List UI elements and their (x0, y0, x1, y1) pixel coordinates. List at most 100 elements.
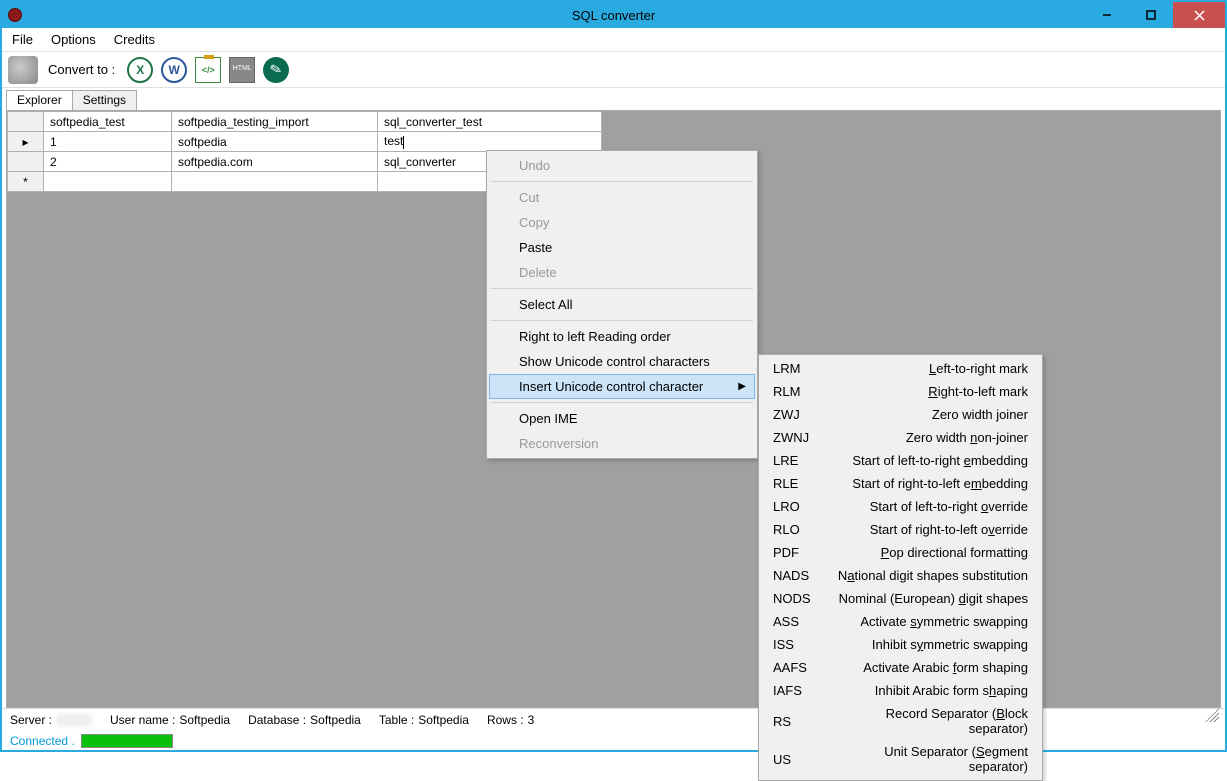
submenu-item[interactable]: PDFPop directional formatting (761, 541, 1040, 564)
submenu-item[interactable]: AAFSActivate Arabic form shaping (761, 656, 1040, 679)
ctx-undo[interactable]: Undo (489, 153, 755, 178)
html-icon[interactable] (229, 57, 255, 83)
submenu-desc: Right-to-left mark (823, 384, 1028, 399)
submenu-code: NODS (773, 591, 823, 606)
grid-corner[interactable] (8, 112, 44, 132)
submenu-desc: National digit shapes substitution (823, 568, 1028, 583)
submenu-code: RLE (773, 476, 823, 491)
submenu-item[interactable]: NODSNominal (European) digit shapes (761, 587, 1040, 610)
submenu-desc: Zero width non-joiner (823, 430, 1028, 445)
separator (491, 288, 753, 289)
ctx-cut[interactable]: Cut (489, 185, 755, 210)
submenu-desc: Inhibit Arabic form shaping (823, 683, 1028, 698)
submenu-desc: Zero width joiner (823, 407, 1028, 422)
menu-file[interactable]: File (12, 32, 33, 47)
close-button[interactable] (1173, 2, 1225, 28)
cell[interactable]: 1 (44, 132, 172, 152)
separator (491, 402, 753, 403)
ctx-reconversion[interactable]: Reconversion (489, 431, 755, 456)
status-user-value: Softpedia (179, 713, 230, 727)
submenu-item[interactable]: ASSActivate symmetric swapping (761, 610, 1040, 633)
xml-icon[interactable] (195, 57, 221, 83)
submenu-item[interactable]: RLEStart of right-to-left embedding (761, 472, 1040, 495)
cell[interactable]: softpedia.com (172, 152, 378, 172)
submenu-item[interactable]: RLOStart of right-to-left override (761, 518, 1040, 541)
submenu-desc: Unit Separator (Segment separator) (823, 744, 1028, 774)
ctx-insert-ucc[interactable]: Insert Unicode control character ▶ (489, 374, 755, 399)
separator (491, 181, 753, 182)
new-row-indicator[interactable]: * (8, 172, 44, 192)
submenu-desc: Left-to-right mark (823, 361, 1028, 376)
cell[interactable] (44, 172, 172, 192)
column-header[interactable]: sql_converter_test (378, 112, 602, 132)
submenu-item[interactable]: IAFSInhibit Arabic form shaping (761, 679, 1040, 702)
submenu-code: RS (773, 714, 823, 729)
submenu-code: LRM (773, 361, 823, 376)
status-server-value (56, 714, 92, 726)
submenu-item[interactable]: ZWJZero width joiner (761, 403, 1040, 426)
ctx-open-ime[interactable]: Open IME (489, 406, 755, 431)
convert-to-label: Convert to : (48, 62, 115, 77)
resize-grip-icon[interactable] (1205, 708, 1219, 722)
submenu-code: RLM (773, 384, 823, 399)
column-header[interactable]: softpedia_test (44, 112, 172, 132)
app-icon (8, 8, 22, 22)
minimize-button[interactable] (1085, 2, 1129, 28)
submenu-item[interactable]: LREStart of left-to-right embedding (761, 449, 1040, 472)
table-row[interactable]: ▸ 1 softpedia test (8, 132, 602, 152)
column-header[interactable]: softpedia_testing_import (172, 112, 378, 132)
ctx-rtl[interactable]: Right to left Reading order (489, 324, 755, 349)
submenu-item[interactable]: RLMRight-to-left mark (761, 380, 1040, 403)
submenu-desc: Pop directional formatting (823, 545, 1028, 560)
submenu-desc: Start of left-to-right override (823, 499, 1028, 514)
maximize-button[interactable] (1129, 2, 1173, 28)
submenu-arrow-icon: ▶ (738, 381, 746, 392)
ctx-paste[interactable]: Paste (489, 235, 755, 260)
submenu-desc: Nominal (European) digit shapes (823, 591, 1028, 606)
submenu-desc: Activate Arabic form shaping (823, 660, 1028, 675)
submenu-item[interactable]: NADSNational digit shapes substitution (761, 564, 1040, 587)
submenu-item[interactable]: LROStart of left-to-right override (761, 495, 1040, 518)
row-indicator[interactable] (8, 152, 44, 172)
submenu-code: LRO (773, 499, 823, 514)
menu-options[interactable]: Options (51, 32, 96, 47)
submenu-item[interactable]: USUnit Separator (Segment separator) (761, 740, 1040, 778)
submenu-item[interactable]: ZWNJZero width non-joiner (761, 426, 1040, 449)
submenu-code: IAFS (773, 683, 823, 698)
submenu-item[interactable]: RSRecord Separator (Block separator) (761, 702, 1040, 740)
ctx-delete[interactable]: Delete (489, 260, 755, 285)
submenu-desc: Start of right-to-left override (823, 522, 1028, 537)
submenu-desc: Record Separator (Block separator) (823, 706, 1028, 736)
submenu-desc: Inhibit symmetric swapping (823, 637, 1028, 652)
status-user-label: User name : (110, 713, 175, 727)
ctx-show-ucc[interactable]: Show Unicode control characters (489, 349, 755, 374)
submenu-code: ZWNJ (773, 430, 823, 445)
submenu-item[interactable]: LRMLeft-to-right mark (761, 357, 1040, 380)
submenu-code: NADS (773, 568, 823, 583)
submenu-desc: Start of left-to-right embedding (823, 453, 1028, 468)
submenu-item[interactable]: ISSInhibit symmetric swapping (761, 633, 1040, 656)
row-indicator[interactable]: ▸ (8, 132, 44, 152)
ctx-select-all[interactable]: Select All (489, 292, 755, 317)
submenu-code: AAFS (773, 660, 823, 675)
context-menu: Undo Cut Copy Paste Delete Select All Ri… (486, 150, 758, 459)
excel-icon[interactable] (127, 57, 153, 83)
status-db-label: Database : (248, 713, 306, 727)
cell-editing[interactable]: test (378, 132, 602, 152)
window-title: SQL converter (572, 8, 655, 23)
status-server-label: Server : (10, 713, 52, 727)
csv-icon[interactable] (263, 57, 289, 83)
word-icon[interactable] (161, 57, 187, 83)
cell[interactable]: softpedia (172, 132, 378, 152)
ctx-copy[interactable]: Copy (489, 210, 755, 235)
submenu-code: ASS (773, 614, 823, 629)
cell[interactable]: 2 (44, 152, 172, 172)
menubar: File Options Credits (2, 28, 1225, 52)
tab-settings[interactable]: Settings (72, 90, 137, 110)
menu-credits[interactable]: Credits (114, 32, 155, 47)
toolbar: Convert to : (2, 52, 1225, 88)
cell[interactable] (172, 172, 378, 192)
submenu-code: ZWJ (773, 407, 823, 422)
tabs: Explorer Settings (2, 88, 1225, 110)
tab-explorer[interactable]: Explorer (6, 90, 73, 110)
